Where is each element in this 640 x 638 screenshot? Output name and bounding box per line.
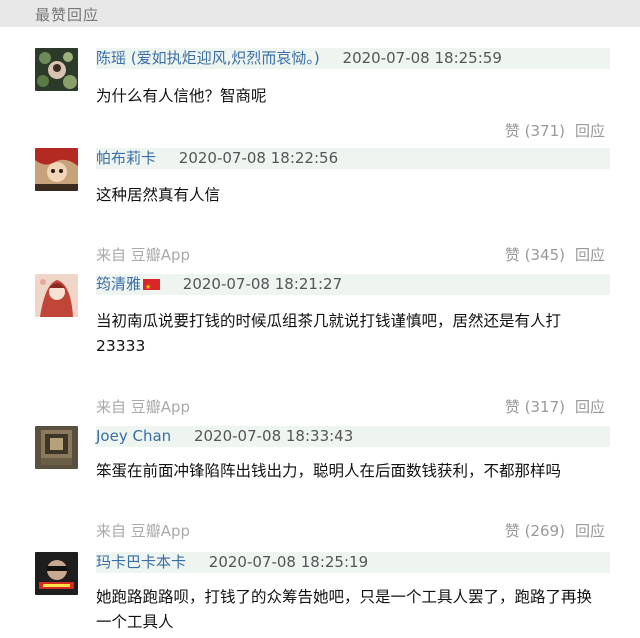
china-flag-icon [143,277,161,298]
section-header: 最赞回应 [0,0,640,27]
reply-button[interactable]: 回应 [575,246,605,264]
reply-meta: Joey Chan 2020-07-08 18:33:43 [96,426,610,447]
reply-actions: 赞 (269) 回应 [495,520,605,541]
author-name[interactable]: 玛卡巴卡本卡 [96,553,186,571]
reply-content: 为什么有人信他？智商呢 [96,87,267,105]
reply-time: 2020-07-08 18:21:27 [182,275,343,293]
like-button[interactable]: 赞 (371) [505,122,565,140]
reply-button[interactable]: 回应 [575,398,605,416]
like-button[interactable]: 赞 (317) [505,398,565,416]
reply-meta: 帕布莉卡 2020-07-08 18:22:56 [96,148,610,169]
avatar[interactable] [35,552,78,595]
reply-content: 当初南瓜说要打钱的时候瓜组茶几就说打钱谨慎吧，居然还是有人打23333 [96,312,562,355]
reply-source: 来自 豆瓣App [96,398,191,416]
reply-meta: 陈瑶 (爱如执炬迎风,炽烈而哀恸。) 2020-07-08 18:25:59 [96,48,610,69]
reply-time: 2020-07-08 18:25:59 [342,49,502,67]
author-signature: (爱如执炬迎风,炽烈而哀恸。) [126,49,320,67]
author-name[interactable]: Joey Chan [96,427,171,445]
reply-button[interactable]: 回应 [575,122,605,140]
avatar[interactable] [35,426,78,469]
avatar[interactable] [35,148,78,191]
reply-time: 2020-07-08 18:33:43 [193,427,354,445]
reply-content: 笨蛋在前面冲锋陷阵出钱出力，聪明人在后面数钱获利，不都那样吗 [96,462,562,480]
reply-content: 她跑路跑路呗，打钱了的众筹告她吧，只是一个工具人罢了，跑路了再换一个工具人 [96,588,593,631]
reply-time: 2020-07-08 18:22:56 [178,149,339,167]
reply-actions: 赞 (371) 回应 [495,120,605,141]
reply-actions: 赞 (317) 回应 [495,396,605,417]
reply-source: 来自 豆瓣App [96,522,191,540]
avatar[interactable] [35,274,78,317]
reply-button[interactable]: 回应 [575,522,605,540]
reply-time: 2020-07-08 18:25:19 [208,553,369,571]
avatar[interactable] [35,48,78,91]
author-name[interactable]: 筠清雅 [96,275,141,293]
section-title: 最赞回应 [35,6,100,24]
reply-actions: 赞 (345) 回应 [495,244,605,265]
reply-content: 这种居然真有人信 [96,186,221,204]
reply-meta: 筠清雅 2020-07-08 18:21:27 [96,274,610,298]
like-button[interactable]: 赞 (345) [505,246,565,264]
author-name[interactable]: 陈瑶 [96,49,126,67]
like-button[interactable]: 赞 (269) [505,522,565,540]
author-name[interactable]: 帕布莉卡 [96,149,156,167]
reply-meta: 玛卡巴卡本卡 2020-07-08 18:25:19 [96,552,610,573]
reply-source: 来自 豆瓣App [96,246,191,264]
